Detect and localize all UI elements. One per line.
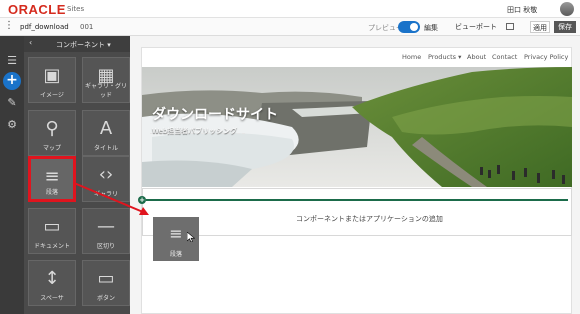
drag-arrow [73,182,149,215]
